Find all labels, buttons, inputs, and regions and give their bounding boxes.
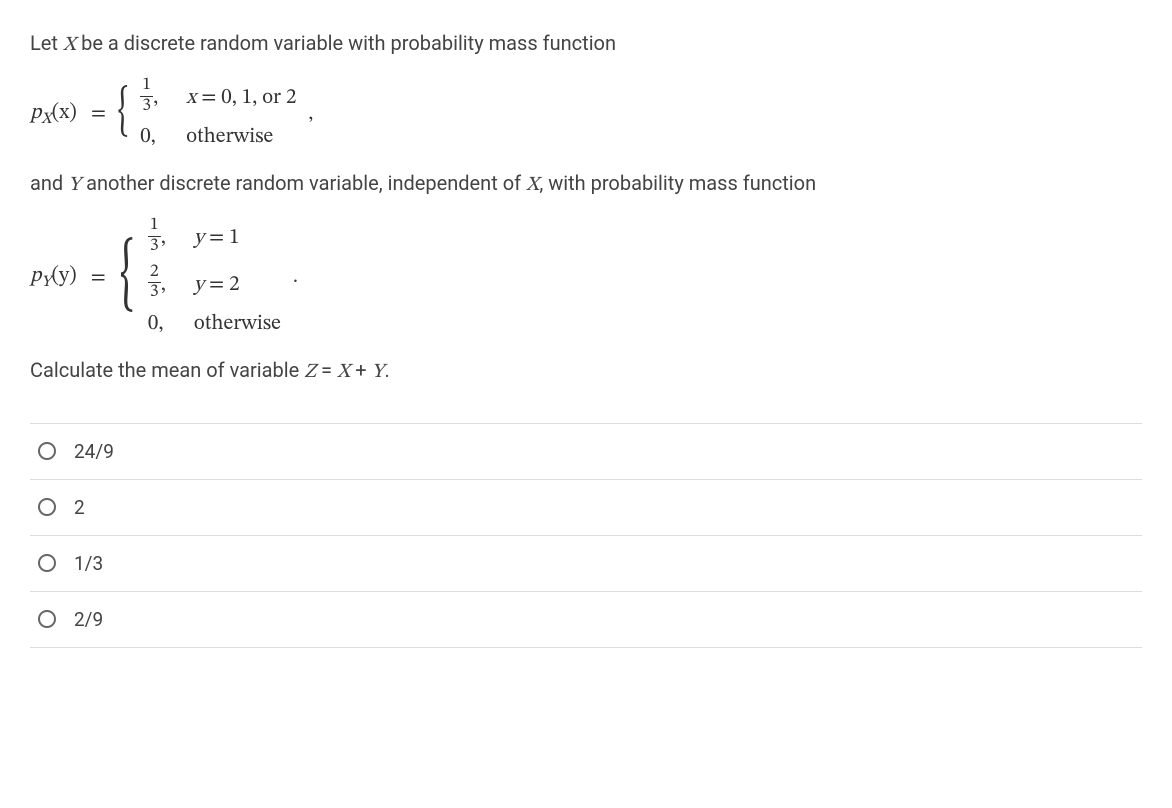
px-trail: , xyxy=(308,102,313,127)
radio-icon[interactable] xyxy=(38,442,56,460)
answer-options: 24/9 2 1/3 2/9 xyxy=(30,423,1142,648)
option-4[interactable]: 2/9 xyxy=(30,592,1142,648)
option-3[interactable]: 1/3 xyxy=(30,536,1142,592)
option-3-label: 1/3 xyxy=(74,552,103,575)
p-arg-x: (x) xyxy=(52,102,77,123)
py-case1-den: 3 xyxy=(148,237,161,257)
radio-icon[interactable] xyxy=(38,554,56,572)
py-case2-den: 3 xyxy=(148,283,161,303)
option-4-label: 2/9 xyxy=(74,608,103,631)
option-1-label: 24/9 xyxy=(74,440,114,463)
option-2[interactable]: 2 xyxy=(30,480,1142,536)
question-mid: and Y another discrete random variable, … xyxy=(30,168,1142,200)
px-case1-num: 1 xyxy=(140,76,153,97)
px-case2-val: 0, xyxy=(140,124,176,150)
py-case1-comma: , xyxy=(161,227,166,248)
p-symbol: p xyxy=(30,102,41,123)
px-case1-comma: , xyxy=(153,87,158,108)
radio-icon[interactable] xyxy=(38,498,56,516)
py-symbol: p xyxy=(30,265,41,286)
py-case3-val: 0, xyxy=(148,311,184,337)
py-case1-num: 1 xyxy=(148,216,161,237)
px-case2-cond: otherwise xyxy=(186,124,273,150)
question-ask: Calculate the mean of variable Z = X + Y… xyxy=(30,355,1142,387)
py-sub-y: Y xyxy=(41,274,51,290)
py-arg: (y) xyxy=(51,265,76,286)
px-case1-den: 3 xyxy=(140,97,153,117)
option-1[interactable]: 24/9 xyxy=(30,424,1142,480)
py-case2-comma: , xyxy=(161,274,166,295)
pmf-y-equation: pY(y) = { 1 3 , y = 1 2 3 , y = 2 0, ot xyxy=(30,218,1142,337)
option-2-label: 2 xyxy=(74,496,85,519)
pmf-x-equation: pX(x) = { 1 3 , x = 0, 1, or 2 0, otherw… xyxy=(30,78,1142,150)
p-sub-x: X xyxy=(41,111,51,127)
py-case2-num: 2 xyxy=(148,263,161,284)
py-case3-cond: otherwise xyxy=(194,311,281,337)
question-intro: Let X be a discrete random variable with… xyxy=(30,28,1142,60)
radio-icon[interactable] xyxy=(38,610,56,628)
py-trail: . xyxy=(293,265,298,290)
